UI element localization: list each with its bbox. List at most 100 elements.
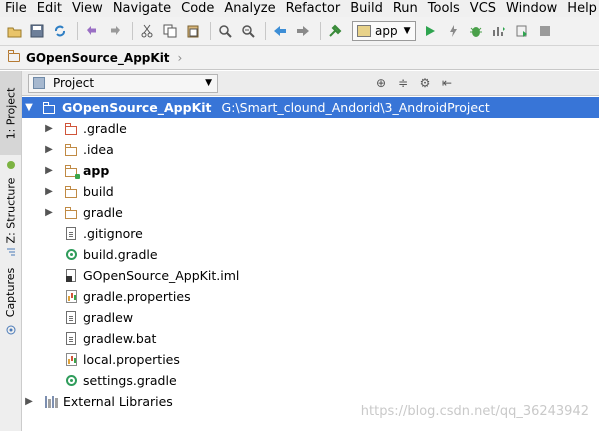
forward-icon[interactable] bbox=[293, 21, 313, 41]
tree-item-label: settings.gradle bbox=[83, 373, 177, 388]
run-configuration-select[interactable]: app ▼ bbox=[352, 21, 416, 41]
menu-build[interactable]: Build bbox=[345, 1, 388, 16]
copy-icon[interactable] bbox=[160, 21, 180, 41]
folder-red-icon bbox=[64, 122, 78, 136]
tree-row[interactable]: GOpenSource_AppKit.iml bbox=[22, 265, 599, 286]
tree-item-label: .gitignore bbox=[83, 226, 143, 241]
menu-vcs[interactable]: VCS bbox=[465, 1, 501, 16]
toolbar-separator bbox=[132, 22, 133, 40]
breadcrumb-project[interactable]: GOpenSource_AppKit bbox=[26, 51, 170, 65]
open-icon[interactable] bbox=[4, 21, 24, 41]
collapsed-arrow-icon[interactable]: ▶ bbox=[24, 396, 34, 407]
iml-file-icon bbox=[64, 269, 78, 283]
project-view-select[interactable]: Project ▼ bbox=[28, 73, 218, 93]
cut-icon[interactable] bbox=[137, 21, 157, 41]
folder-icon bbox=[7, 50, 20, 62]
tree-item-label: app bbox=[83, 163, 110, 178]
folder-icon bbox=[64, 206, 78, 220]
tree-row[interactable]: ▶ build bbox=[22, 181, 599, 202]
tree-item-label: gradle bbox=[83, 205, 123, 220]
captures-icon bbox=[0, 323, 21, 337]
menu-view[interactable]: View bbox=[67, 1, 108, 16]
expanded-arrow-icon[interactable]: ▼ bbox=[24, 102, 34, 113]
save-icon[interactable] bbox=[27, 21, 47, 41]
menu-refactor[interactable]: Refactor bbox=[281, 1, 346, 16]
menu-help[interactable]: Help bbox=[562, 1, 599, 16]
tree-item-label: .idea bbox=[83, 142, 114, 157]
menu-analyze[interactable]: Analyze bbox=[219, 1, 280, 16]
tree-row[interactable]: gradlew.bat bbox=[22, 328, 599, 349]
menu-file[interactable]: File bbox=[0, 1, 32, 16]
chevron-down-icon: ▼ bbox=[403, 26, 411, 36]
toolbar-separator bbox=[265, 22, 266, 40]
collapse-all-icon[interactable]: ≑ bbox=[395, 76, 411, 90]
menu-run[interactable]: Run bbox=[388, 1, 423, 16]
tree-row[interactable]: build.gradle bbox=[22, 244, 599, 265]
properties-file-icon bbox=[64, 353, 78, 367]
tree-item-label: GOpenSource_AppKit.iml bbox=[83, 268, 240, 283]
run-configuration-label: app bbox=[375, 24, 398, 38]
profile-icon[interactable] bbox=[489, 21, 509, 41]
collapsed-arrow-icon[interactable]: ▶ bbox=[44, 144, 54, 155]
project-view-label: Project bbox=[53, 76, 95, 90]
make-icon[interactable] bbox=[325, 21, 345, 41]
collapsed-arrow-icon[interactable]: ▶ bbox=[44, 123, 54, 134]
tree-row[interactable]: ▶ gradle bbox=[22, 202, 599, 223]
tree-item-label: local.properties bbox=[83, 352, 180, 367]
tree-item-label: build.gradle bbox=[83, 247, 158, 262]
hide-panel-icon[interactable]: ⇤ bbox=[439, 76, 455, 90]
menu-navigate[interactable]: Navigate bbox=[108, 1, 176, 16]
tree-row[interactable]: settings.gradle bbox=[22, 370, 599, 391]
menu-tools[interactable]: Tools bbox=[423, 1, 465, 16]
tree-row[interactable]: ▶ .idea bbox=[22, 139, 599, 160]
breadcrumb: GOpenSource_AppKit › bbox=[0, 46, 599, 70]
tab-structure-label: Z: Structure bbox=[4, 177, 18, 243]
menu-bar: File Edit View Navigate Code Analyze Ref… bbox=[0, 0, 599, 17]
gradle-file-icon bbox=[64, 374, 78, 388]
sync-icon[interactable] bbox=[50, 21, 70, 41]
gear-icon[interactable]: ⚙ bbox=[417, 76, 433, 90]
stop-icon[interactable] bbox=[535, 21, 555, 41]
redo-icon[interactable] bbox=[105, 21, 125, 41]
tree-row[interactable]: .gitignore bbox=[22, 223, 599, 244]
collapsed-arrow-icon[interactable]: ▶ bbox=[44, 186, 54, 197]
coverage-icon[interactable] bbox=[512, 21, 532, 41]
tree-item-label: gradle.properties bbox=[83, 289, 191, 304]
structure-icon bbox=[0, 245, 21, 259]
tree-root-label: GOpenSource_AppKit G:\Smart_clound_Andori… bbox=[62, 100, 490, 115]
project-view-icon bbox=[33, 77, 45, 89]
run-icon[interactable] bbox=[420, 21, 440, 41]
menu-window[interactable]: Window bbox=[501, 1, 562, 16]
folder-icon bbox=[64, 143, 78, 157]
properties-file-icon bbox=[64, 290, 78, 304]
undo-icon[interactable] bbox=[82, 21, 102, 41]
scroll-from-source-icon[interactable]: ⊕ bbox=[373, 76, 389, 90]
collapsed-arrow-icon[interactable]: ▶ bbox=[44, 165, 54, 176]
tree-item-label: build bbox=[83, 184, 114, 199]
tab-captures[interactable]: Captures bbox=[0, 261, 21, 323]
find-icon[interactable] bbox=[215, 21, 235, 41]
menu-edit[interactable]: Edit bbox=[32, 1, 67, 16]
paste-icon[interactable] bbox=[183, 21, 203, 41]
chevron-right-icon: › bbox=[177, 50, 183, 65]
tab-project[interactable]: 1: Project bbox=[0, 71, 21, 155]
library-icon bbox=[44, 395, 58, 409]
tree-row[interactable]: ▶ app bbox=[22, 160, 599, 181]
main-toolbar: app ▼ bbox=[0, 17, 599, 46]
toolbar-separator bbox=[320, 22, 321, 40]
debug-icon[interactable] bbox=[443, 21, 463, 41]
menu-code[interactable]: Code bbox=[176, 1, 219, 16]
folder-icon bbox=[64, 185, 78, 199]
collapsed-arrow-icon[interactable]: ▶ bbox=[44, 207, 54, 218]
tree-row[interactable]: gradle.properties bbox=[22, 286, 599, 307]
project-panel-header: Project ▼ ⊕ ≑ ⚙ ⇤ bbox=[22, 71, 599, 96]
tree-row[interactable]: ▶ .gradle bbox=[22, 118, 599, 139]
tree-row[interactable]: gradlew bbox=[22, 307, 599, 328]
tab-structure[interactable]: Z: Structure bbox=[0, 175, 21, 245]
tree-row[interactable]: local.properties bbox=[22, 349, 599, 370]
tree-item-label: gradlew.bat bbox=[83, 331, 157, 346]
attach-icon[interactable] bbox=[466, 21, 486, 41]
back-icon[interactable] bbox=[270, 21, 290, 41]
tree-row-root[interactable]: ▼ GOpenSource_AppKit G:\Smart_clound_Ando… bbox=[22, 97, 599, 118]
replace-icon[interactable] bbox=[238, 21, 258, 41]
